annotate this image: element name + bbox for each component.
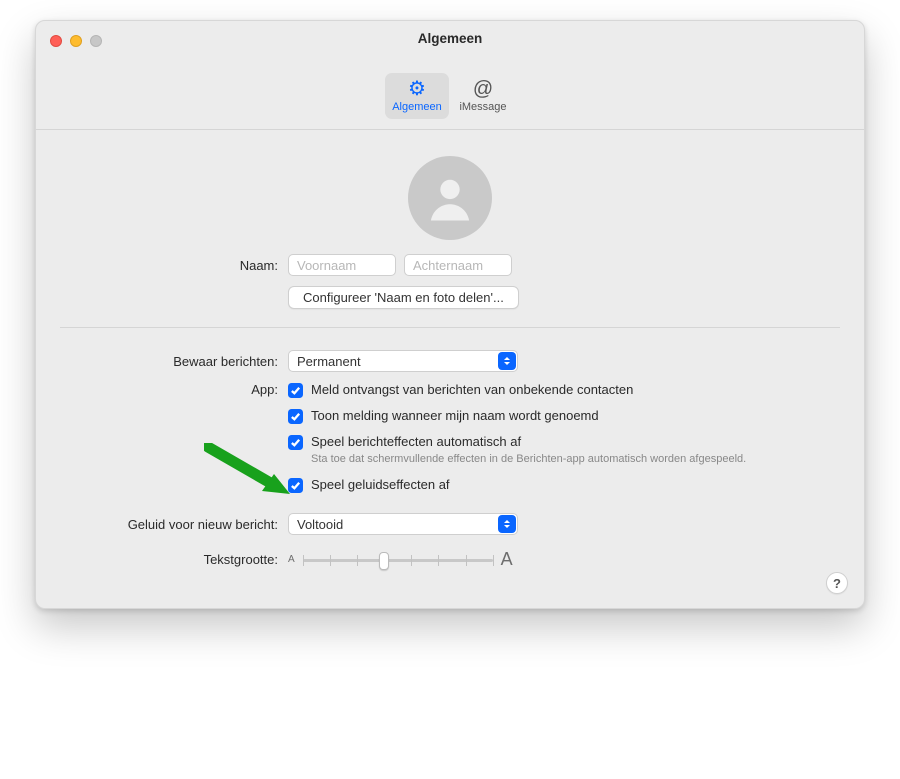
at-icon: @: [473, 79, 493, 99]
checkbox-checked-icon: [288, 478, 303, 493]
checkbox-autoplay-effects[interactable]: Speel berichteffecten automatisch af Sta…: [288, 434, 746, 465]
app-label: App:: [60, 382, 288, 397]
section-divider: [60, 327, 840, 328]
checkbox-unknown-contacts[interactable]: Meld ontvangst van berichten van onbeken…: [288, 382, 633, 398]
autoplay-effects-hint: Sta toe dat schermvullende effecten in d…: [311, 453, 746, 465]
tab-imessage[interactable]: @ iMessage: [451, 73, 515, 119]
slider-knob[interactable]: [379, 552, 389, 570]
minimize-icon[interactable]: [70, 35, 82, 47]
checkbox-name-mention-label: Toon melding wanneer mijn naam wordt gen…: [311, 408, 599, 423]
window-title: Algemeen: [418, 31, 483, 46]
configure-name-photo-button[interactable]: Configureer 'Naam en foto delen'...: [288, 286, 519, 309]
keep-messages-value: Permanent: [297, 354, 361, 369]
gear-icon: ⚙︎: [408, 79, 426, 99]
new-message-sound-select[interactable]: Voltooid: [288, 513, 518, 535]
zoom-icon[interactable]: [90, 35, 102, 47]
last-name-field[interactable]: [404, 254, 512, 276]
new-message-sound-label: Geluid voor nieuw bericht:: [60, 517, 288, 532]
window-controls: [50, 35, 102, 47]
tab-imessage-label: iMessage: [459, 101, 506, 113]
checkbox-sound-effects-label: Speel geluidseffecten af: [311, 477, 450, 492]
text-size-small-a: A: [288, 554, 295, 565]
preferences-window: Algemeen ⚙︎ Algemeen @ iMessage Naa: [35, 20, 865, 609]
titlebar: Algemeen: [36, 21, 864, 69]
person-icon: [423, 171, 477, 225]
checkbox-checked-icon: [288, 435, 303, 450]
tab-segment: ⚙︎ Algemeen @ iMessage: [385, 73, 515, 119]
avatar[interactable]: [408, 156, 492, 240]
tab-general-label: Algemeen: [392, 101, 442, 113]
text-size-slider[interactable]: [303, 550, 493, 570]
tab-general[interactable]: ⚙︎ Algemeen: [385, 73, 449, 119]
content: Naam: Configureer 'Naam en foto delen'..…: [36, 130, 864, 608]
checkbox-name-mention[interactable]: Toon melding wanneer mijn naam wordt gen…: [288, 408, 599, 424]
keep-messages-select[interactable]: Permanent: [288, 350, 518, 372]
new-message-sound-value: Voltooid: [297, 517, 343, 532]
checkbox-sound-effects[interactable]: Speel geluidseffecten af: [288, 477, 450, 493]
close-icon[interactable]: [50, 35, 62, 47]
chevron-up-down-icon: [498, 352, 516, 370]
tab-bar: ⚙︎ Algemeen @ iMessage: [36, 69, 864, 129]
help-button[interactable]: ?: [826, 572, 848, 594]
chevron-up-down-icon: [498, 515, 516, 533]
checkbox-autoplay-effects-label: Speel berichteffecten automatisch af: [311, 434, 521, 449]
checkbox-checked-icon: [288, 409, 303, 424]
first-name-field[interactable]: [288, 254, 396, 276]
checkbox-checked-icon: [288, 383, 303, 398]
keep-messages-label: Bewaar berichten:: [60, 354, 288, 369]
help-label: ?: [833, 576, 841, 591]
name-label: Naam:: [60, 258, 288, 273]
text-size-big-a: A: [501, 549, 513, 570]
annotation-arrow-icon: [204, 443, 290, 495]
checkbox-unknown-contacts-label: Meld ontvangst van berichten van onbeken…: [311, 382, 633, 397]
text-size-label: Tekstgrootte:: [60, 552, 288, 567]
